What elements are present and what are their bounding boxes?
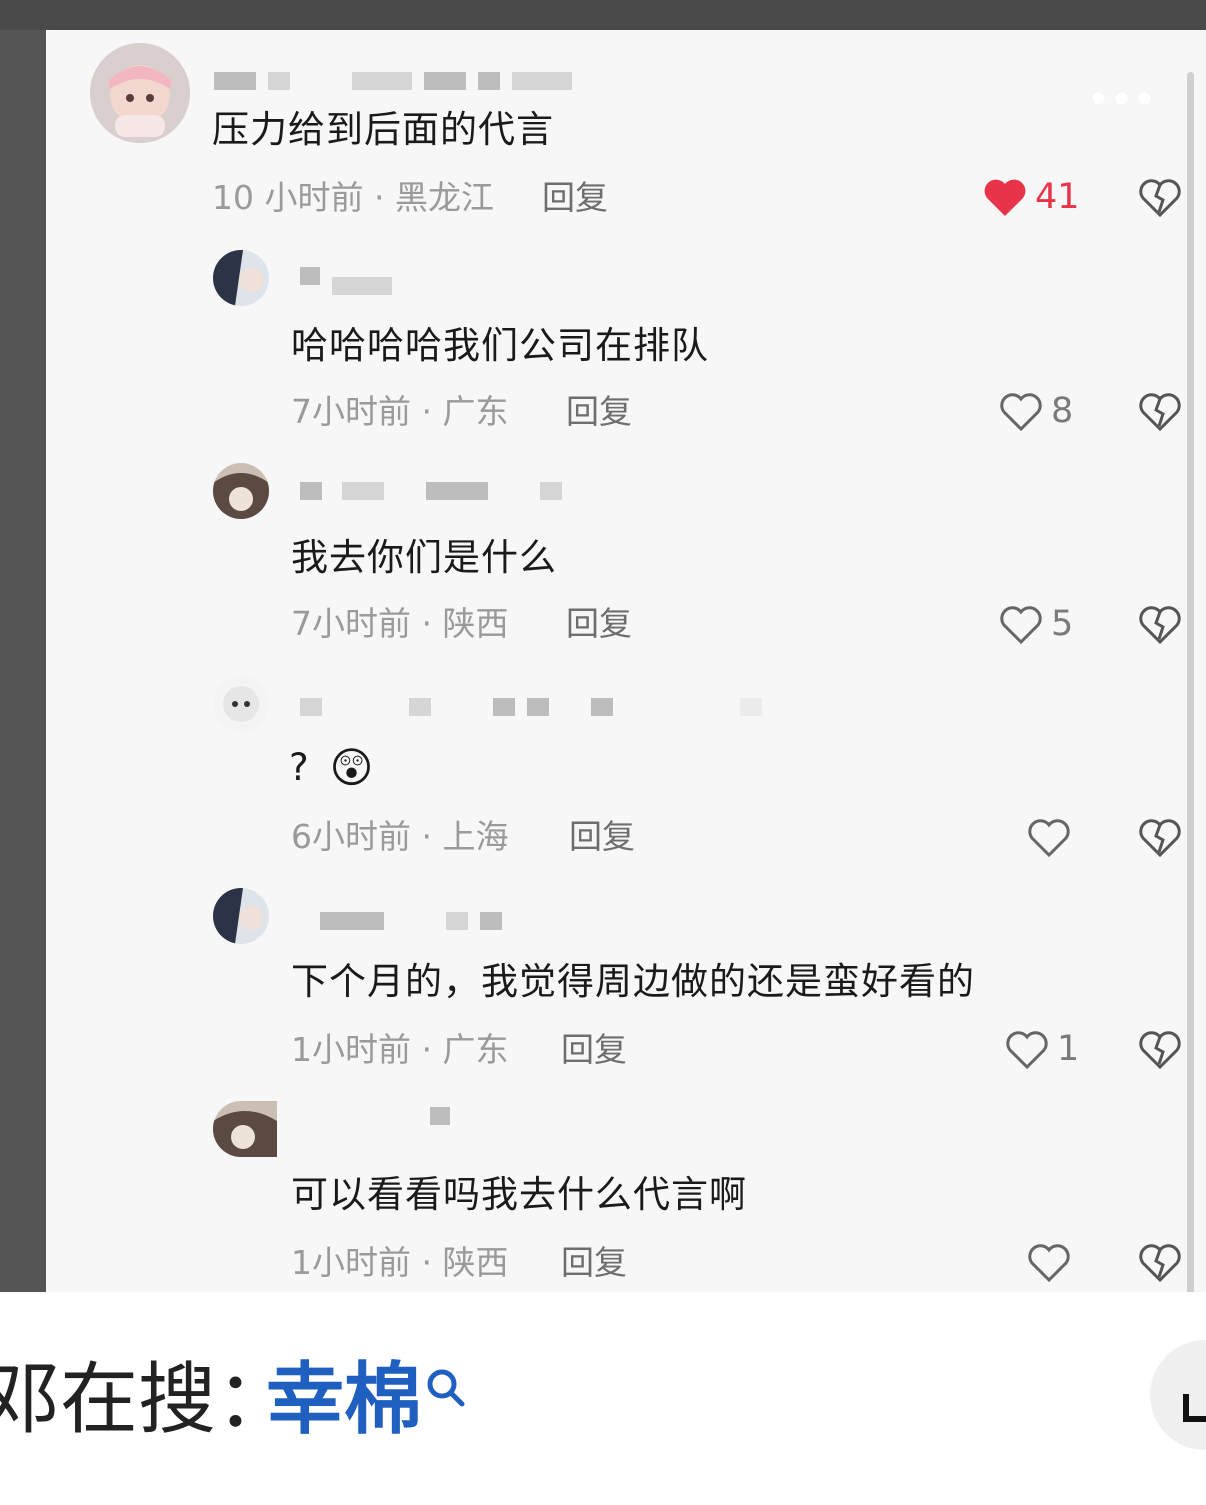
author-name[interactable]: [300, 696, 762, 718]
comment-panel: [46, 30, 1206, 1292]
top-dark-bar: [0, 0, 1206, 30]
reply-text: ? 😲: [289, 744, 374, 792]
like-button[interactable]: 41: [983, 176, 1080, 218]
avatar[interactable]: [213, 1101, 277, 1157]
reply-button[interactable]: 回复: [542, 178, 608, 218]
heart-icon: [1028, 1244, 1070, 1283]
broken-heart-icon[interactable]: [1138, 176, 1182, 218]
avatar[interactable]: [213, 463, 269, 519]
heart-icon: [1000, 393, 1042, 432]
reply-button[interactable]: 回复: [561, 1243, 627, 1283]
reply-button[interactable]: 回复: [566, 604, 632, 644]
reply-meta: 1小时前 · 广东: [291, 1030, 509, 1069]
broken-heart-icon[interactable]: [1138, 816, 1182, 858]
like-button[interactable]: [1027, 1241, 1079, 1283]
like-button[interactable]: [1027, 816, 1079, 858]
avatar[interactable]: [213, 888, 269, 944]
heart-icon: [984, 179, 1026, 216]
search-icon[interactable]: [424, 1366, 468, 1410]
broken-heart-icon[interactable]: [1138, 1028, 1182, 1070]
like-count: 1: [1057, 1029, 1080, 1069]
reply-meta: 1小时前 · 陕西: [291, 1243, 509, 1282]
heart-icon: [1006, 1031, 1048, 1070]
reply-text-main: ?: [289, 746, 310, 789]
heart-icon: [1000, 606, 1042, 645]
broken-heart-icon[interactable]: [1138, 1241, 1182, 1283]
surprised-emoji: 😲: [329, 743, 375, 792]
reply-meta: 7小时前 · 广东: [291, 392, 509, 431]
like-button[interactable]: 1: [1005, 1028, 1079, 1070]
comment-text: 压力给到后面的代言: [212, 108, 554, 151]
scrollbar[interactable]: [1187, 72, 1194, 1372]
like-count: 41: [1035, 177, 1080, 217]
reply-text: 下个月的，我觉得周边做的还是蛮好看的: [291, 960, 975, 1003]
avatar[interactable]: [213, 676, 269, 732]
reply-text: 可以看看吗我去什么代言啊: [291, 1173, 747, 1216]
reply-button[interactable]: 回复: [566, 392, 632, 432]
broken-heart-icon[interactable]: [1138, 603, 1182, 645]
like-button[interactable]: 5: [999, 603, 1073, 645]
avatar[interactable]: [213, 250, 269, 306]
corner-mark-icon: [1183, 1394, 1206, 1422]
author-name[interactable]: [300, 265, 392, 295]
reply-meta: 6小时前 · 上海: [291, 817, 509, 856]
more-dots-icon[interactable]: [1092, 92, 1151, 105]
reply-meta: 7小时前 · 陕西: [291, 604, 509, 643]
heart-icon: [1028, 819, 1070, 858]
author-name[interactable]: [300, 480, 562, 502]
author-name[interactable]: [320, 910, 502, 932]
author-name[interactable]: [214, 70, 572, 92]
reply-text: 哈哈哈哈我们公司在排队: [291, 324, 709, 367]
broken-heart-icon[interactable]: [1138, 390, 1182, 432]
author-name[interactable]: [430, 1105, 450, 1127]
comment-meta: 10 小时前 · 黑龙江: [212, 178, 494, 217]
left-dark-margin: [0, 30, 46, 1292]
reply-text: 我去你们是什么: [291, 536, 557, 579]
like-count: 5: [1051, 604, 1074, 644]
like-button[interactable]: 8: [999, 390, 1073, 432]
reply-button[interactable]: 回复: [569, 817, 635, 857]
like-count: 8: [1051, 391, 1074, 431]
search-term-link[interactable]: 幸棉: [266, 1355, 422, 1445]
reply-button[interactable]: 回复: [561, 1030, 627, 1070]
avatar[interactable]: [90, 43, 190, 143]
search-prefix: 邓在搜：: [0, 1355, 295, 1445]
